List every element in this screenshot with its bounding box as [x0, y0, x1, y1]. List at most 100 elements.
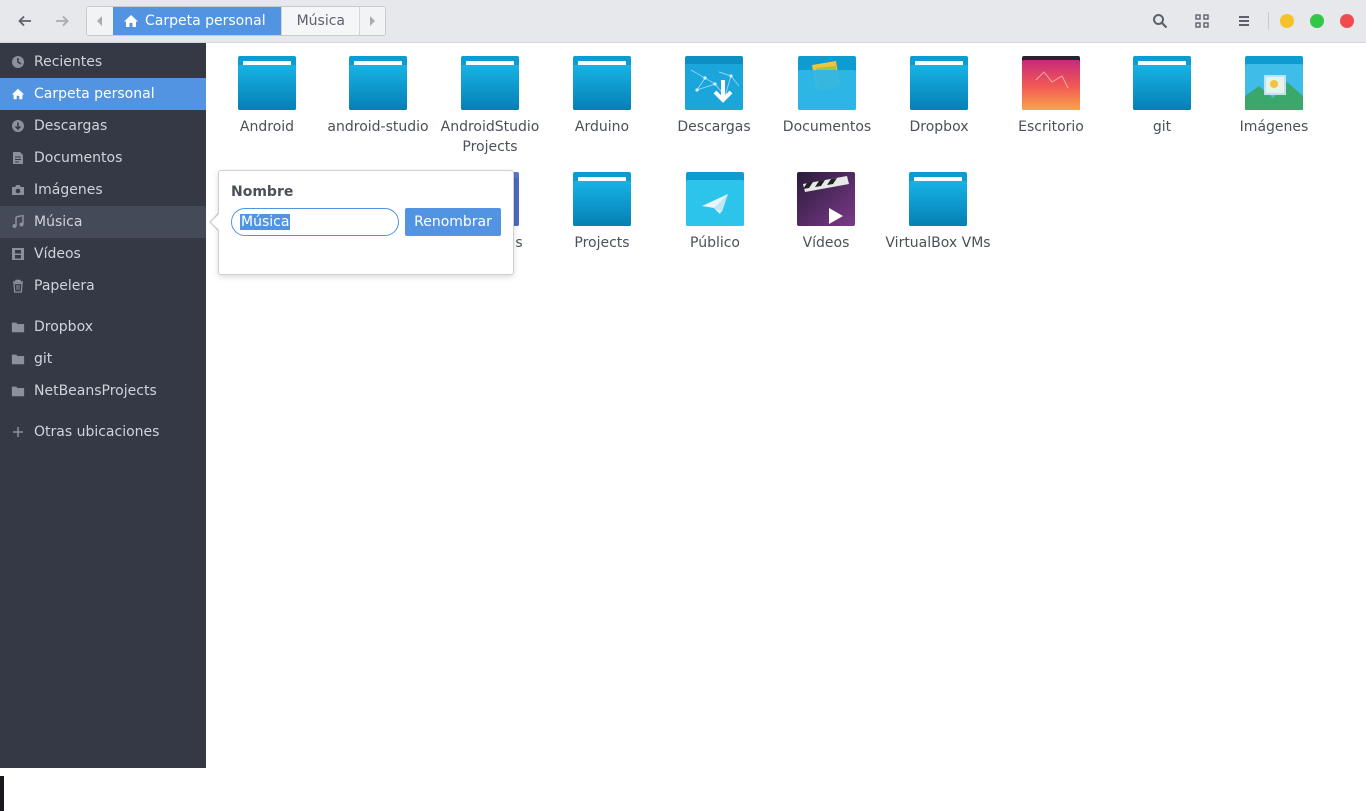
home-icon — [11, 87, 25, 101]
caret-left-icon — [97, 16, 102, 26]
file-item-documentos[interactable]: Documentos — [772, 56, 882, 137]
rename-input[interactable]: Música — [231, 208, 399, 236]
public-folder-icon — [686, 172, 744, 226]
folder-icon — [910, 56, 968, 110]
maximize-button[interactable] — [1310, 14, 1324, 28]
sidebar-item-videos[interactable]: Vídeos — [0, 238, 206, 270]
menu-button[interactable] — [1233, 10, 1255, 32]
file-item-android[interactable]: Android — [212, 56, 322, 137]
videos-folder-icon — [797, 172, 855, 226]
rename-input-selected-text: Música — [240, 214, 291, 230]
document-icon — [11, 151, 25, 165]
sidebar-item-musica[interactable]: Música — [0, 206, 206, 238]
search-button[interactable] — [1149, 10, 1171, 32]
file-item-imagenes[interactable]: Imágenes — [1219, 56, 1329, 137]
file-item-publico[interactable]: Público — [660, 172, 770, 253]
path-segment-home[interactable]: Carpeta personal — [113, 7, 281, 35]
plus-icon — [11, 425, 25, 439]
file-item-dropbox[interactable]: Dropbox — [884, 56, 994, 137]
arrow-left-icon — [18, 15, 31, 27]
file-item-git[interactable]: git — [1107, 56, 1217, 137]
clock-icon — [11, 55, 25, 69]
folder-icon — [461, 56, 519, 110]
file-label: git — [1152, 119, 1172, 135]
file-label: Descargas — [677, 119, 751, 135]
sidebar-item-label: Papelera — [34, 278, 95, 294]
rename-popover: Nombre Música Renombrar — [218, 170, 514, 275]
path-segment-music-label: Música — [296, 13, 346, 29]
rename-popover-title: Nombre — [231, 184, 294, 200]
arrow-right-icon — [56, 15, 69, 27]
file-item-descargas[interactable]: Descargas — [659, 56, 769, 137]
back-button[interactable] — [11, 7, 39, 35]
view-toggle-button[interactable] — [1191, 10, 1213, 32]
header-bar: Carpeta personal Música — [0, 0, 1366, 43]
music-icon — [11, 215, 25, 229]
sidebar-item-documentos[interactable]: Documentos — [0, 142, 206, 174]
sidebar-item-carpeta-personal[interactable]: Carpeta personal — [0, 78, 206, 110]
minimize-button[interactable] — [1280, 14, 1294, 28]
file-item-android-studio[interactable]: android-studio — [323, 56, 433, 137]
forward-button[interactable] — [48, 7, 76, 35]
file-label: Documentos — [782, 119, 872, 135]
file-label: Imágenes — [1239, 119, 1309, 135]
file-item-projects[interactable]: Projects — [547, 172, 657, 253]
file-label: Público — [690, 235, 740, 251]
file-label: Dropbox — [909, 119, 969, 135]
file-label: android-studio — [327, 119, 429, 135]
close-button[interactable] — [1340, 14, 1354, 28]
path-scroll-right-button[interactable] — [358, 7, 385, 35]
folder-icon — [11, 320, 25, 334]
path-segment-home-label: Carpeta personal — [145, 13, 266, 29]
sidebar-item-label: Documentos — [34, 150, 123, 166]
sidebar-item-dropbox[interactable]: Dropbox — [0, 311, 206, 343]
sidebar-item-netbeansprojects[interactable]: NetBeansProjects — [0, 375, 206, 407]
download-folder-icon — [685, 56, 743, 110]
folder-icon — [11, 352, 25, 366]
header-separator — [1268, 12, 1269, 30]
sidebar-item-recientes[interactable]: Recientes — [0, 46, 206, 78]
file-item-androidstudio-projects[interactable]: AndroidStudio Projects — [435, 56, 545, 157]
sidebar-item-otras-ubicaciones[interactable]: Otras ubicaciones — [0, 416, 206, 448]
file-item-videos[interactable]: Vídeos — [771, 172, 881, 253]
sidebar-item-label: NetBeansProjects — [34, 383, 157, 399]
file-label: Projects — [574, 235, 630, 251]
film-icon — [11, 247, 25, 261]
file-item-virtualbox-vms[interactable]: VirtualBox VMs — [883, 172, 993, 253]
rename-button[interactable]: Renombrar — [405, 208, 501, 236]
sidebar-item-imagenes[interactable]: Imágenes — [0, 174, 206, 206]
home-icon — [124, 15, 138, 27]
folder-icon — [238, 56, 296, 110]
sidebar-item-label: Carpeta personal — [34, 86, 155, 102]
folder-icon — [349, 56, 407, 110]
file-label: Android — [239, 119, 295, 135]
file-item-escritorio[interactable]: Escritorio — [996, 56, 1106, 137]
file-label: AndroidStudio Projects — [440, 119, 540, 155]
caret-right-icon — [370, 16, 376, 26]
file-label: Vídeos — [802, 235, 850, 251]
sidebar-item-label: Vídeos — [34, 246, 81, 262]
popover-arrow-inner — [211, 213, 220, 231]
search-icon — [1153, 14, 1168, 29]
pictures-folder-icon — [1245, 56, 1303, 110]
file-label: Arduino — [574, 119, 630, 135]
desktop-folder-icon — [1022, 56, 1080, 110]
path-scroll-left-button[interactable] — [87, 7, 113, 35]
sidebar-item-label: Descargas — [34, 118, 108, 134]
file-item-arduino[interactable]: Arduino — [547, 56, 657, 137]
sidebar-item-label: git — [34, 351, 53, 367]
sidebar-item-papelera[interactable]: Papelera — [0, 270, 206, 302]
view-grid-icon — [1195, 14, 1209, 28]
folder-icon — [909, 172, 967, 226]
path-segment-music[interactable]: Música — [280, 7, 359, 35]
path-bar: Carpeta personal Música — [86, 6, 386, 36]
sidebar-item-label: Dropbox — [34, 319, 93, 335]
download-icon — [11, 119, 25, 133]
folder-icon — [11, 384, 25, 398]
file-label: Escritorio — [1018, 119, 1084, 135]
folder-icon — [1133, 56, 1191, 110]
menu-icon — [1239, 16, 1249, 26]
sidebar-item-git[interactable]: git — [0, 343, 206, 375]
sidebar: Recientes Carpeta personal Descargas Doc… — [0, 43, 206, 811]
sidebar-item-descargas[interactable]: Descargas — [0, 110, 206, 142]
